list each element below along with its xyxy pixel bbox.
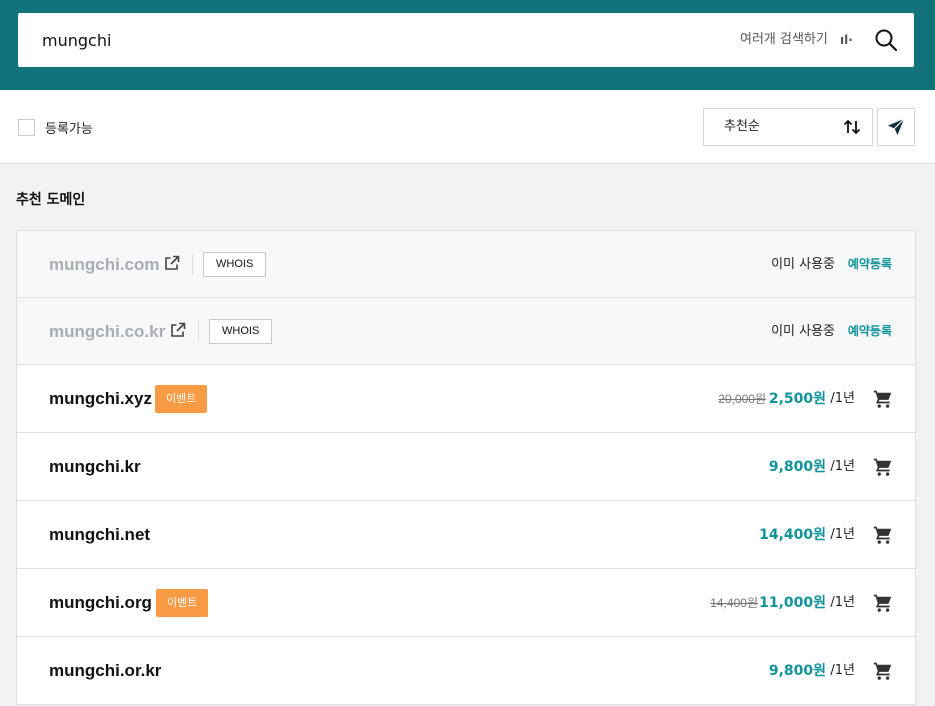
divider: [192, 254, 193, 275]
reserve-link[interactable]: 예약등록: [848, 231, 892, 298]
divider: [198, 321, 199, 342]
domain-name[interactable]: mungchi.kr: [49, 433, 141, 501]
event-badge: 이벤트: [156, 589, 209, 617]
external-link-icon[interactable]: [170, 322, 186, 338]
sort-select-label: 추천순: [724, 119, 760, 134]
price: 9,800원: [768, 459, 826, 475]
domain-row-available: mungchi.kr 9,800원 /1년: [17, 433, 915, 501]
sort-select[interactable]: 추천순: [703, 108, 873, 146]
period: /1년: [830, 527, 855, 542]
search-box[interactable]: 여러개 검색하기 ıl·: [18, 13, 914, 67]
period: /1년: [830, 663, 855, 678]
filter-bar: 등록가능 추천순: [0, 90, 935, 164]
status-text: 이미 사용중: [771, 257, 835, 272]
domain-list: mungchi.com WHOIS 이미 사용중 예약등록 mungchi.co…: [16, 230, 916, 705]
old-price: 20,000원: [718, 392, 766, 406]
domain-row-taken: mungchi.co.kr WHOIS 이미 사용중 예약등록: [17, 298, 915, 365]
header-bar: 여러개 검색하기 ıl·: [0, 0, 935, 90]
price: 11,000원: [759, 595, 826, 611]
event-badge: 이벤트: [155, 385, 208, 413]
domain-row-available: mungchi.xyz 이벤트 20,000원 2,500원 /1년: [17, 365, 915, 433]
whois-button[interactable]: WHOIS: [203, 252, 267, 277]
domain-name[interactable]: mungchi.or.kr: [49, 637, 161, 705]
multi-search-icon[interactable]: ıl·: [840, 13, 853, 67]
whois-button[interactable]: WHOIS: [209, 319, 273, 344]
old-price: 14,400원: [710, 596, 758, 610]
send-icon: [888, 118, 905, 135]
period: /1년: [830, 595, 855, 610]
section-title: 추천 도메인: [16, 192, 86, 208]
domain-row-available: mungchi.net 14,400원 /1년: [17, 501, 915, 569]
domain-row-taken: mungchi.com WHOIS 이미 사용중 예약등록: [17, 231, 915, 298]
cart-icon[interactable]: [873, 457, 893, 477]
domain-row-available: mungchi.org 이벤트 14,400원 11,000원 /1년: [17, 569, 915, 637]
price: 14,400원: [759, 527, 826, 543]
cart-icon[interactable]: [873, 661, 893, 681]
domain-row-available: mungchi.or.kr 9,800원 /1년: [17, 637, 915, 705]
available-only-checkbox[interactable]: [18, 119, 35, 136]
multi-search-link[interactable]: 여러개 검색하기: [740, 13, 828, 67]
domain-name[interactable]: mungchi.xyz: [49, 365, 152, 433]
domain-name[interactable]: mungchi.co.kr: [49, 298, 165, 365]
reserve-link[interactable]: 예약등록: [848, 298, 892, 365]
domain-name[interactable]: mungchi.com: [49, 231, 160, 298]
search-input[interactable]: [42, 13, 642, 67]
available-only-label[interactable]: 등록가능: [45, 118, 93, 137]
period: /1년: [830, 459, 855, 474]
cart-icon[interactable]: [873, 389, 893, 409]
domain-name[interactable]: mungchi.net: [49, 501, 150, 569]
domain-name[interactable]: mungchi.org: [49, 569, 152, 637]
period: /1년: [830, 391, 855, 406]
cart-icon[interactable]: [873, 593, 893, 613]
search-icon[interactable]: [874, 28, 898, 52]
cart-icon[interactable]: [873, 525, 893, 545]
sort-arrows-icon: [843, 119, 861, 135]
price: 2,500원: [768, 391, 826, 407]
external-link-icon[interactable]: [164, 255, 180, 271]
send-button[interactable]: [877, 108, 915, 146]
status-text: 이미 사용중: [771, 324, 835, 339]
price: 9,800원: [768, 663, 826, 679]
